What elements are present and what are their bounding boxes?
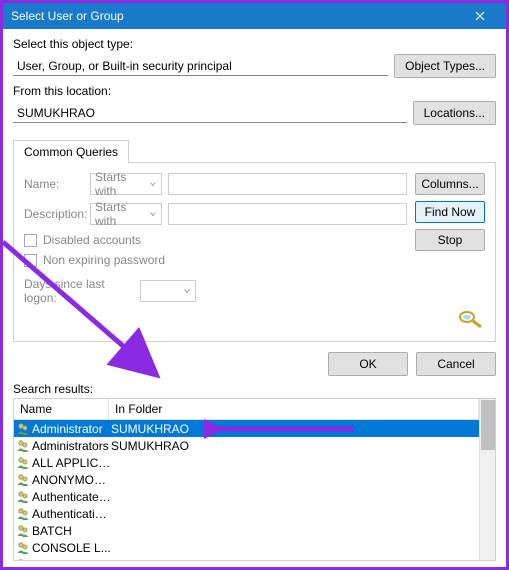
user-group-icon xyxy=(16,490,30,504)
result-name: Authenticated... xyxy=(32,490,111,504)
dialog-window: Select User or Group Select this object … xyxy=(0,0,509,570)
table-row[interactable]: ANONYMOU... xyxy=(14,471,479,488)
name-mode-select[interactable]: Starts with xyxy=(90,173,162,195)
non-expiring-label: Non expiring password xyxy=(43,253,165,267)
name-filter-input[interactable] xyxy=(168,173,407,195)
column-folder[interactable]: In Folder xyxy=(109,399,479,419)
window-title: Select User or Group xyxy=(11,9,462,23)
result-name: ALL APPLICA... xyxy=(32,456,111,470)
cancel-button[interactable]: Cancel xyxy=(416,352,496,376)
queries-panel: Name: Starts with Description: Starts wi… xyxy=(13,162,496,342)
results-list: Name In Folder AdministratorSUMUKHRAOAdm… xyxy=(13,398,496,561)
result-name: Administrator xyxy=(32,422,111,436)
close-button[interactable] xyxy=(462,3,498,29)
user-group-icon xyxy=(16,541,30,555)
result-name: CREATOR G... xyxy=(32,558,111,561)
search-results-label: Search results: xyxy=(13,382,496,396)
table-row[interactable]: Authenticatio... xyxy=(14,505,479,522)
close-icon xyxy=(475,11,485,21)
scrollbar[interactable] xyxy=(479,399,495,560)
chevron-down-icon xyxy=(149,210,157,218)
days-since-logon-select[interactable] xyxy=(140,280,196,302)
table-row[interactable]: AdministratorSUMUKHRAO xyxy=(14,420,479,437)
find-now-button[interactable]: Find Now xyxy=(415,201,485,223)
columns-button[interactable]: Columns... xyxy=(415,173,485,195)
result-name: Administrators xyxy=(32,439,111,453)
desc-filter-input[interactable] xyxy=(168,203,407,225)
result-folder: SUMUKHRAO xyxy=(111,422,479,436)
search-icon xyxy=(453,307,485,331)
table-row[interactable]: ALL APPLICA... xyxy=(14,454,479,471)
disabled-accounts-label: Disabled accounts xyxy=(43,233,141,247)
result-name: CONSOLE L... xyxy=(32,541,111,555)
dialog-content: Select this object type: Object Types...… xyxy=(3,29,506,567)
results-header: Name In Folder xyxy=(14,399,479,420)
user-group-icon xyxy=(16,422,30,436)
result-folder: SUMUKHRAO xyxy=(111,439,479,453)
result-name: BATCH xyxy=(32,524,111,538)
object-type-field[interactable] xyxy=(13,56,388,76)
table-row[interactable]: BATCH xyxy=(14,522,479,539)
result-name: ANONYMOU... xyxy=(32,473,111,487)
object-type-label: Select this object type: xyxy=(13,37,496,51)
result-name: Authenticatio... xyxy=(32,507,111,521)
user-group-icon xyxy=(16,456,30,470)
name-filter-label: Name: xyxy=(24,177,84,191)
non-expiring-checkbox[interactable] xyxy=(24,254,37,267)
user-group-icon xyxy=(16,558,30,561)
ok-button[interactable]: OK xyxy=(328,352,408,376)
desc-mode-select[interactable]: Starts with xyxy=(90,203,162,225)
scroll-thumb[interactable] xyxy=(481,400,495,450)
titlebar[interactable]: Select User or Group xyxy=(3,3,506,29)
table-row[interactable]: AdministratorsSUMUKHRAO xyxy=(14,437,479,454)
object-types-button[interactable]: Object Types... xyxy=(394,54,496,78)
user-group-icon xyxy=(16,524,30,538)
user-group-icon xyxy=(16,507,30,521)
stop-button[interactable]: Stop xyxy=(415,229,485,251)
chevron-down-icon xyxy=(183,287,191,295)
locations-button[interactable]: Locations... xyxy=(413,101,496,125)
disabled-accounts-checkbox[interactable] xyxy=(24,234,37,247)
days-since-logon-label: Days since last logon: xyxy=(24,277,134,305)
table-row[interactable]: CONSOLE L... xyxy=(14,539,479,556)
desc-filter-label: Description: xyxy=(24,207,84,221)
chevron-down-icon xyxy=(149,180,157,188)
user-group-icon xyxy=(16,473,30,487)
column-name[interactable]: Name xyxy=(14,399,109,419)
table-row[interactable]: CREATOR G... xyxy=(14,556,479,560)
user-group-icon xyxy=(16,439,30,453)
tab-common-queries[interactable]: Common Queries xyxy=(13,140,129,163)
table-row[interactable]: Authenticated... xyxy=(14,488,479,505)
location-label: From this location: xyxy=(13,84,496,98)
location-field[interactable] xyxy=(13,103,407,123)
